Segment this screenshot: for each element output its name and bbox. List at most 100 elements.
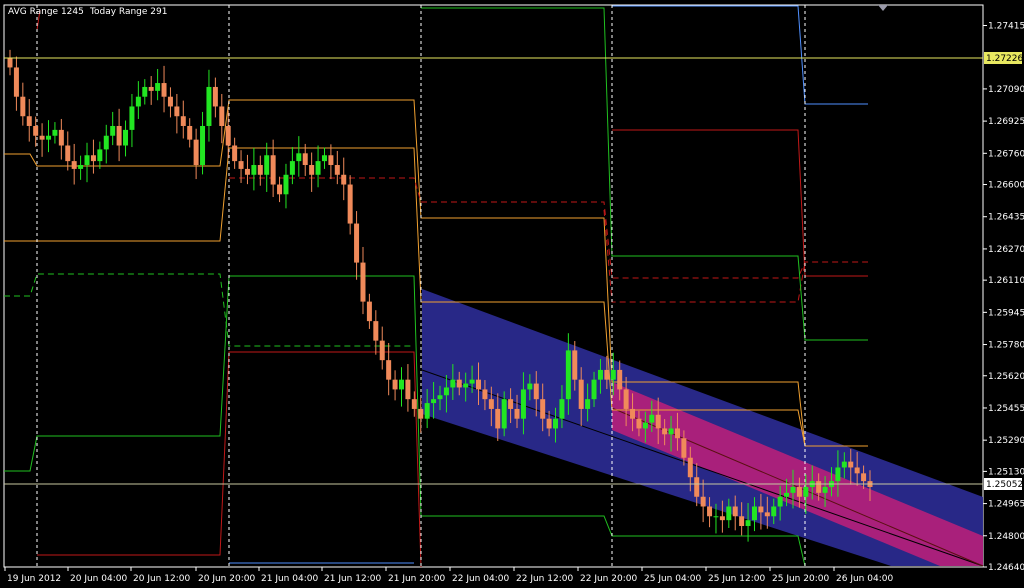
candle-body [379,340,385,361]
candle-body [642,422,648,429]
candle-body [97,149,103,162]
candle-body [777,496,783,507]
candle-body [520,389,526,419]
candle-body [585,399,591,409]
candle-body [386,360,392,380]
y-tick-label: 1.27090 [988,85,1024,95]
candle-body [796,486,802,497]
candle-body [758,506,764,513]
candle-body [700,496,706,507]
candle-body [155,83,161,91]
x-tick-label: 25 Jun 12:00 [708,574,765,584]
candle-body [135,96,141,107]
candle-body [20,96,26,117]
candle-body [546,418,552,429]
candle-body [655,414,661,429]
candle-body [443,387,449,396]
candle-body [341,174,347,185]
candle-body [78,165,84,169]
price-chart[interactable]: 1.27415 1.27090 1.26925 1.26760 1.26600 1.264… [0,0,1024,588]
marked-price-label: 1.27226 [986,54,1023,64]
candle-body [321,155,327,162]
candle-body [790,486,796,493]
candle-body [841,461,847,468]
candle-body [591,379,597,400]
candle-body [707,506,713,517]
candle-body [424,403,430,419]
candle-body [257,165,263,175]
y-tick-label: 1.25945 [988,308,1024,318]
candle-body [200,125,206,166]
x-tick-label: 19 Jun 2012 [7,574,61,584]
candle-body [719,516,725,521]
candle-body [302,153,308,166]
x-tick-label: 22 Jun 20:00 [580,574,637,584]
candle-body [251,165,257,175]
candle-body [649,414,655,423]
y-tick-label: 1.26110 [988,276,1024,286]
candle-body [405,379,411,400]
x-tick-label: 21 Jun 20:00 [388,574,445,584]
candle-body [84,155,90,166]
candle-body [360,262,366,302]
candle-body [617,369,623,390]
candle-body [315,161,321,175]
x-tick-label: 21 Jun 04:00 [261,574,318,584]
candle-body [39,135,45,140]
candle-body [739,516,745,527]
avg-range-label: AVG Range 1245 [8,7,84,17]
candle-body [713,516,719,518]
candle-body [232,145,238,162]
y-tick-label: 1.26760 [988,149,1024,159]
candle-body [225,125,231,146]
candle-body [167,96,173,107]
candle-body [495,408,501,429]
candle-body [180,116,186,126]
candle-body [187,125,193,140]
candle-body [244,168,250,175]
candle-body [482,389,488,400]
candle-body [270,155,276,185]
candle-body [296,153,302,162]
candle-body [674,428,680,439]
candle-body [398,379,404,390]
candle-body [46,135,52,140]
candle-body [161,83,167,97]
candle-body [238,161,244,169]
candle-body [71,161,77,169]
candle-body [565,350,571,400]
candle-body [514,408,520,419]
candle-body [687,457,693,478]
candle-body [366,301,372,322]
current-price-label: 1.25052 [986,480,1023,490]
candle-body [277,184,283,195]
candle-body [469,379,475,384]
candle-body [13,67,19,97]
candle-body [540,399,546,419]
candle-body [411,399,417,409]
y-tick-label: 1.27415 [988,21,1024,31]
candle-body [604,369,610,380]
candle-body [597,369,603,380]
x-tick-label: 20 Jun 20:00 [198,574,255,584]
candle-body [630,408,636,419]
candle-body [822,486,828,493]
candle-body [456,379,462,388]
candle-body [123,129,129,146]
candle-body [283,174,289,195]
candle-body [354,223,360,263]
candle-body [26,116,32,126]
candle-body [309,165,315,175]
candle-body [219,106,225,126]
candle-body [771,506,777,517]
candle-body [578,379,584,409]
candle-body [289,161,295,175]
y-tick-label: 1.26600 [988,181,1024,191]
candle-body [7,57,13,68]
candle-body [745,520,751,527]
candle-body [58,129,64,146]
candle-body [103,135,109,150]
candle-body [334,165,340,175]
y-tick-label: 1.26925 [988,117,1024,127]
candle-body [347,184,353,224]
